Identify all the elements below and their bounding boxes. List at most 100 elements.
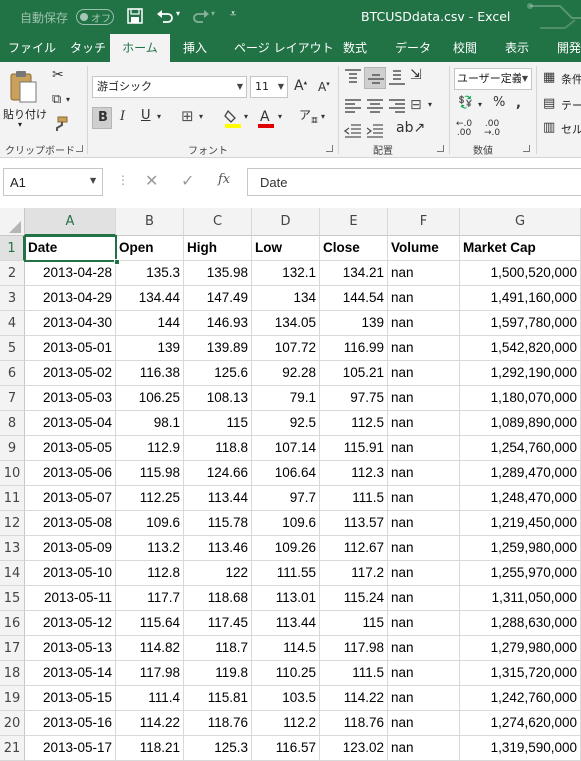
- table-cell[interactable]: 134.44: [116, 286, 184, 311]
- table-cell[interactable]: 114.22: [320, 686, 388, 711]
- header-cell[interactable]: Date: [25, 236, 116, 261]
- header-cell[interactable]: Volume: [388, 236, 460, 261]
- table-cell[interactable]: nan: [388, 436, 460, 461]
- table-cell[interactable]: 113.57: [320, 511, 388, 536]
- row-header[interactable]: 7: [0, 386, 25, 411]
- tab-insert[interactable]: 挿入: [183, 34, 207, 62]
- italic-icon[interactable]: I: [120, 109, 125, 124]
- table-cell[interactable]: 111.5: [320, 661, 388, 686]
- table-cell[interactable]: nan: [388, 411, 460, 436]
- row-header[interactable]: 10: [0, 461, 25, 486]
- row-header[interactable]: 20: [0, 711, 25, 736]
- table-cell[interactable]: nan: [388, 261, 460, 286]
- table-cell[interactable]: 119.8: [184, 661, 252, 686]
- table-cell[interactable]: 115.78: [184, 511, 252, 536]
- cell-styles-icon[interactable]: ▥: [543, 120, 555, 135]
- table-cell[interactable]: nan: [388, 336, 460, 361]
- font-launcher-icon[interactable]: [326, 145, 333, 152]
- row-header[interactable]: 5: [0, 336, 25, 361]
- table-cell[interactable]: 116.99: [320, 336, 388, 361]
- column-header-b[interactable]: B: [116, 208, 184, 236]
- table-cell[interactable]: 115: [184, 411, 252, 436]
- table-cell[interactable]: 115.98: [116, 461, 184, 486]
- table-cell[interactable]: 1,279,980,000: [460, 636, 581, 661]
- table-cell[interactable]: 1,219,450,000: [460, 511, 581, 536]
- tab-formulas[interactable]: 数式: [343, 34, 367, 62]
- table-cell[interactable]: 113.44: [184, 486, 252, 511]
- name-box[interactable]: A1 ▼: [3, 168, 103, 196]
- header-cell[interactable]: Market Cap: [460, 236, 581, 261]
- decrease-indent-icon[interactable]: [344, 122, 362, 140]
- tab-data[interactable]: データ: [395, 34, 431, 62]
- table-cell[interactable]: 2013-05-11: [25, 586, 116, 611]
- table-cell[interactable]: 116.38: [116, 361, 184, 386]
- table-cell[interactable]: 2013-05-01: [25, 336, 116, 361]
- row-header[interactable]: 14: [0, 561, 25, 586]
- table-cell[interactable]: 113.44: [252, 611, 320, 636]
- table-cell[interactable]: 1,542,820,000: [460, 336, 581, 361]
- align-center-icon[interactable]: [366, 97, 384, 115]
- column-header-c[interactable]: C: [184, 208, 252, 236]
- table-cell[interactable]: 1,491,160,000: [460, 286, 581, 311]
- table-cell[interactable]: 118.21: [116, 736, 184, 761]
- table-cell[interactable]: 97.75: [320, 386, 388, 411]
- font-color-dropdown-icon[interactable]: ▾: [278, 112, 282, 121]
- row-header[interactable]: 12: [0, 511, 25, 536]
- table-cell[interactable]: 2013-05-14: [25, 661, 116, 686]
- insert-function-icon[interactable]: fx: [218, 172, 230, 187]
- table-cell[interactable]: 2013-05-04: [25, 411, 116, 436]
- table-cell[interactable]: 109.6: [252, 511, 320, 536]
- table-cell[interactable]: 112.25: [116, 486, 184, 511]
- format-as-table-icon[interactable]: ▤: [543, 96, 555, 111]
- comma-style-icon[interactable]: ,: [516, 96, 521, 111]
- table-cell[interactable]: 92.5: [252, 411, 320, 436]
- wrap-text-icon[interactable]: ⇲: [410, 67, 422, 83]
- table-cell[interactable]: 112.3: [320, 461, 388, 486]
- percent-style-icon[interactable]: %: [493, 95, 505, 110]
- table-cell[interactable]: 1,254,760,000: [460, 436, 581, 461]
- redo-dropdown-icon[interactable]: ▾: [211, 9, 215, 18]
- align-bottom-icon[interactable]: [388, 68, 406, 86]
- table-cell[interactable]: 108.13: [184, 386, 252, 411]
- table-cell[interactable]: nan: [388, 561, 460, 586]
- table-cell[interactable]: 123.02: [320, 736, 388, 761]
- row-header[interactable]: 8: [0, 411, 25, 436]
- table-cell[interactable]: 115.91: [320, 436, 388, 461]
- table-cell[interactable]: 132.1: [252, 261, 320, 286]
- phonetic-dropdown-icon[interactable]: ▾: [321, 112, 325, 121]
- table-cell[interactable]: 92.28: [252, 361, 320, 386]
- table-cell[interactable]: 106.64: [252, 461, 320, 486]
- table-cell[interactable]: 117.98: [116, 661, 184, 686]
- format-as-table-label[interactable]: テー: [561, 97, 581, 113]
- table-cell[interactable]: nan: [388, 636, 460, 661]
- header-cell[interactable]: Low: [252, 236, 320, 261]
- table-cell[interactable]: 115: [320, 611, 388, 636]
- cancel-icon[interactable]: ✕: [145, 171, 158, 190]
- table-cell[interactable]: 114.5: [252, 636, 320, 661]
- table-cell[interactable]: 134.21: [320, 261, 388, 286]
- save-icon[interactable]: [127, 8, 143, 24]
- table-cell[interactable]: 2013-05-12: [25, 611, 116, 636]
- table-cell[interactable]: 118.8: [184, 436, 252, 461]
- orientation-icon[interactable]: ab↗: [396, 120, 425, 136]
- table-cell[interactable]: 135.98: [184, 261, 252, 286]
- table-cell[interactable]: 114.22: [116, 711, 184, 736]
- bold-button[interactable]: B: [92, 107, 112, 129]
- table-cell[interactable]: nan: [388, 661, 460, 686]
- paste-button-label[interactable]: 貼り付け: [3, 106, 47, 122]
- table-cell[interactable]: 117.98: [320, 636, 388, 661]
- fill-handle[interactable]: [114, 259, 120, 265]
- table-cell[interactable]: 1,289,470,000: [460, 461, 581, 486]
- table-cell[interactable]: 135.3: [116, 261, 184, 286]
- column-header-d[interactable]: D: [252, 208, 320, 236]
- table-cell[interactable]: nan: [388, 286, 460, 311]
- table-cell[interactable]: nan: [388, 461, 460, 486]
- copy-icon[interactable]: ⧉: [52, 92, 61, 107]
- table-cell[interactable]: 125.6: [184, 361, 252, 386]
- increase-font-size-icon[interactable]: A▴: [294, 78, 307, 94]
- column-header-a[interactable]: A: [25, 208, 116, 236]
- row-header[interactable]: 18: [0, 661, 25, 686]
- table-cell[interactable]: 97.7: [252, 486, 320, 511]
- table-cell[interactable]: 118.76: [184, 711, 252, 736]
- table-cell[interactable]: 146.93: [184, 311, 252, 336]
